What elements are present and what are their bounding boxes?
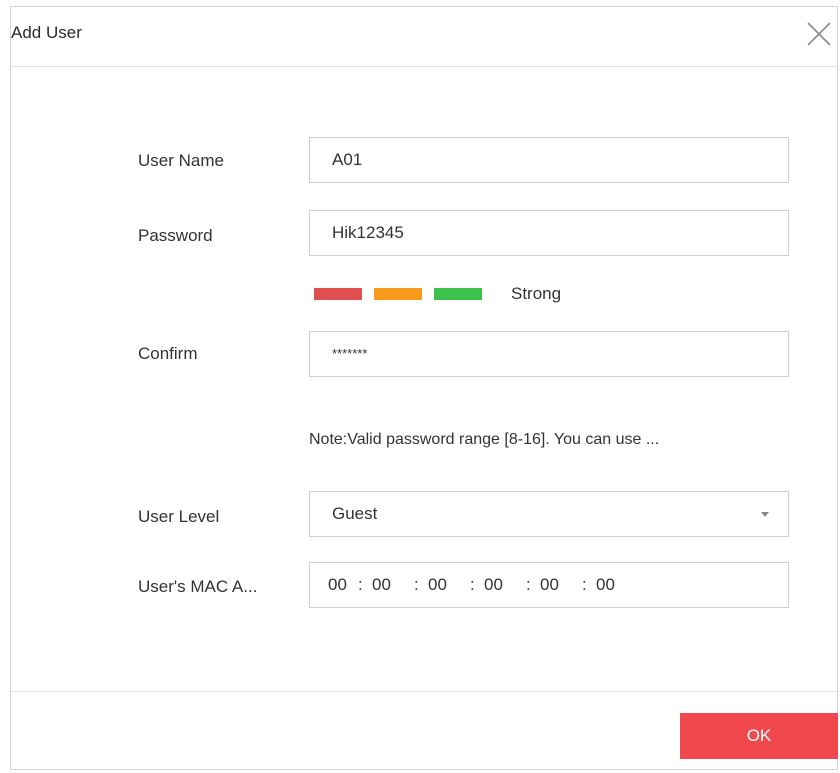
strength-bar-medium	[374, 288, 422, 300]
user-name-value: A01	[332, 150, 363, 169]
mac-segment-5[interactable]: 00	[540, 575, 559, 595]
mac-segment-3[interactable]: 00	[428, 575, 447, 595]
user-level-label: User Level	[138, 507, 220, 526]
dialog-title: Add User	[11, 23, 82, 42]
user-level-select[interactable]: Guest	[309, 491, 789, 537]
password-note: Note:Valid password range [8-16]. You ca…	[309, 431, 660, 448]
mac-address-input[interactable]: 00 : 00 : 00 : 00 : 00 : 00	[309, 562, 789, 608]
strength-bar-strong	[434, 288, 482, 300]
strength-bar-weak	[314, 288, 362, 300]
mac-segment-1[interactable]: 00	[328, 575, 347, 595]
password-label: Password	[138, 226, 213, 245]
mac-separator: :	[470, 575, 475, 594]
strength-label: Strong	[511, 284, 562, 303]
confirm-value: *******	[332, 346, 368, 361]
mac-separator: :	[358, 575, 363, 594]
mac-separator: :	[582, 575, 587, 594]
user-name-input[interactable]: A01	[309, 137, 789, 183]
user-name-label: User Name	[138, 151, 224, 170]
user-level-value: Guest	[332, 504, 378, 523]
chevron-down-icon[interactable]	[744, 492, 788, 536]
mac-separator: :	[414, 575, 419, 594]
confirm-input[interactable]: *******	[309, 331, 789, 377]
mac-address-label: User's MAC A...	[138, 577, 258, 596]
mac-segment-6[interactable]: 00	[596, 575, 615, 595]
mac-separator: :	[526, 575, 531, 594]
footer-divider	[11, 691, 837, 692]
password-value: Hik12345	[332, 223, 404, 242]
mac-segment-4[interactable]: 00	[484, 575, 503, 595]
add-user-dialog: Add User User Name A01 Password Hik12345…	[10, 6, 838, 770]
close-icon[interactable]	[805, 20, 833, 48]
confirm-label: Confirm	[138, 344, 198, 363]
password-input[interactable]: Hik12345	[309, 210, 789, 256]
ok-button[interactable]: OK	[680, 713, 838, 759]
mac-segment-2[interactable]: 00	[372, 575, 391, 595]
dialog-header: Add User	[11, 7, 837, 67]
